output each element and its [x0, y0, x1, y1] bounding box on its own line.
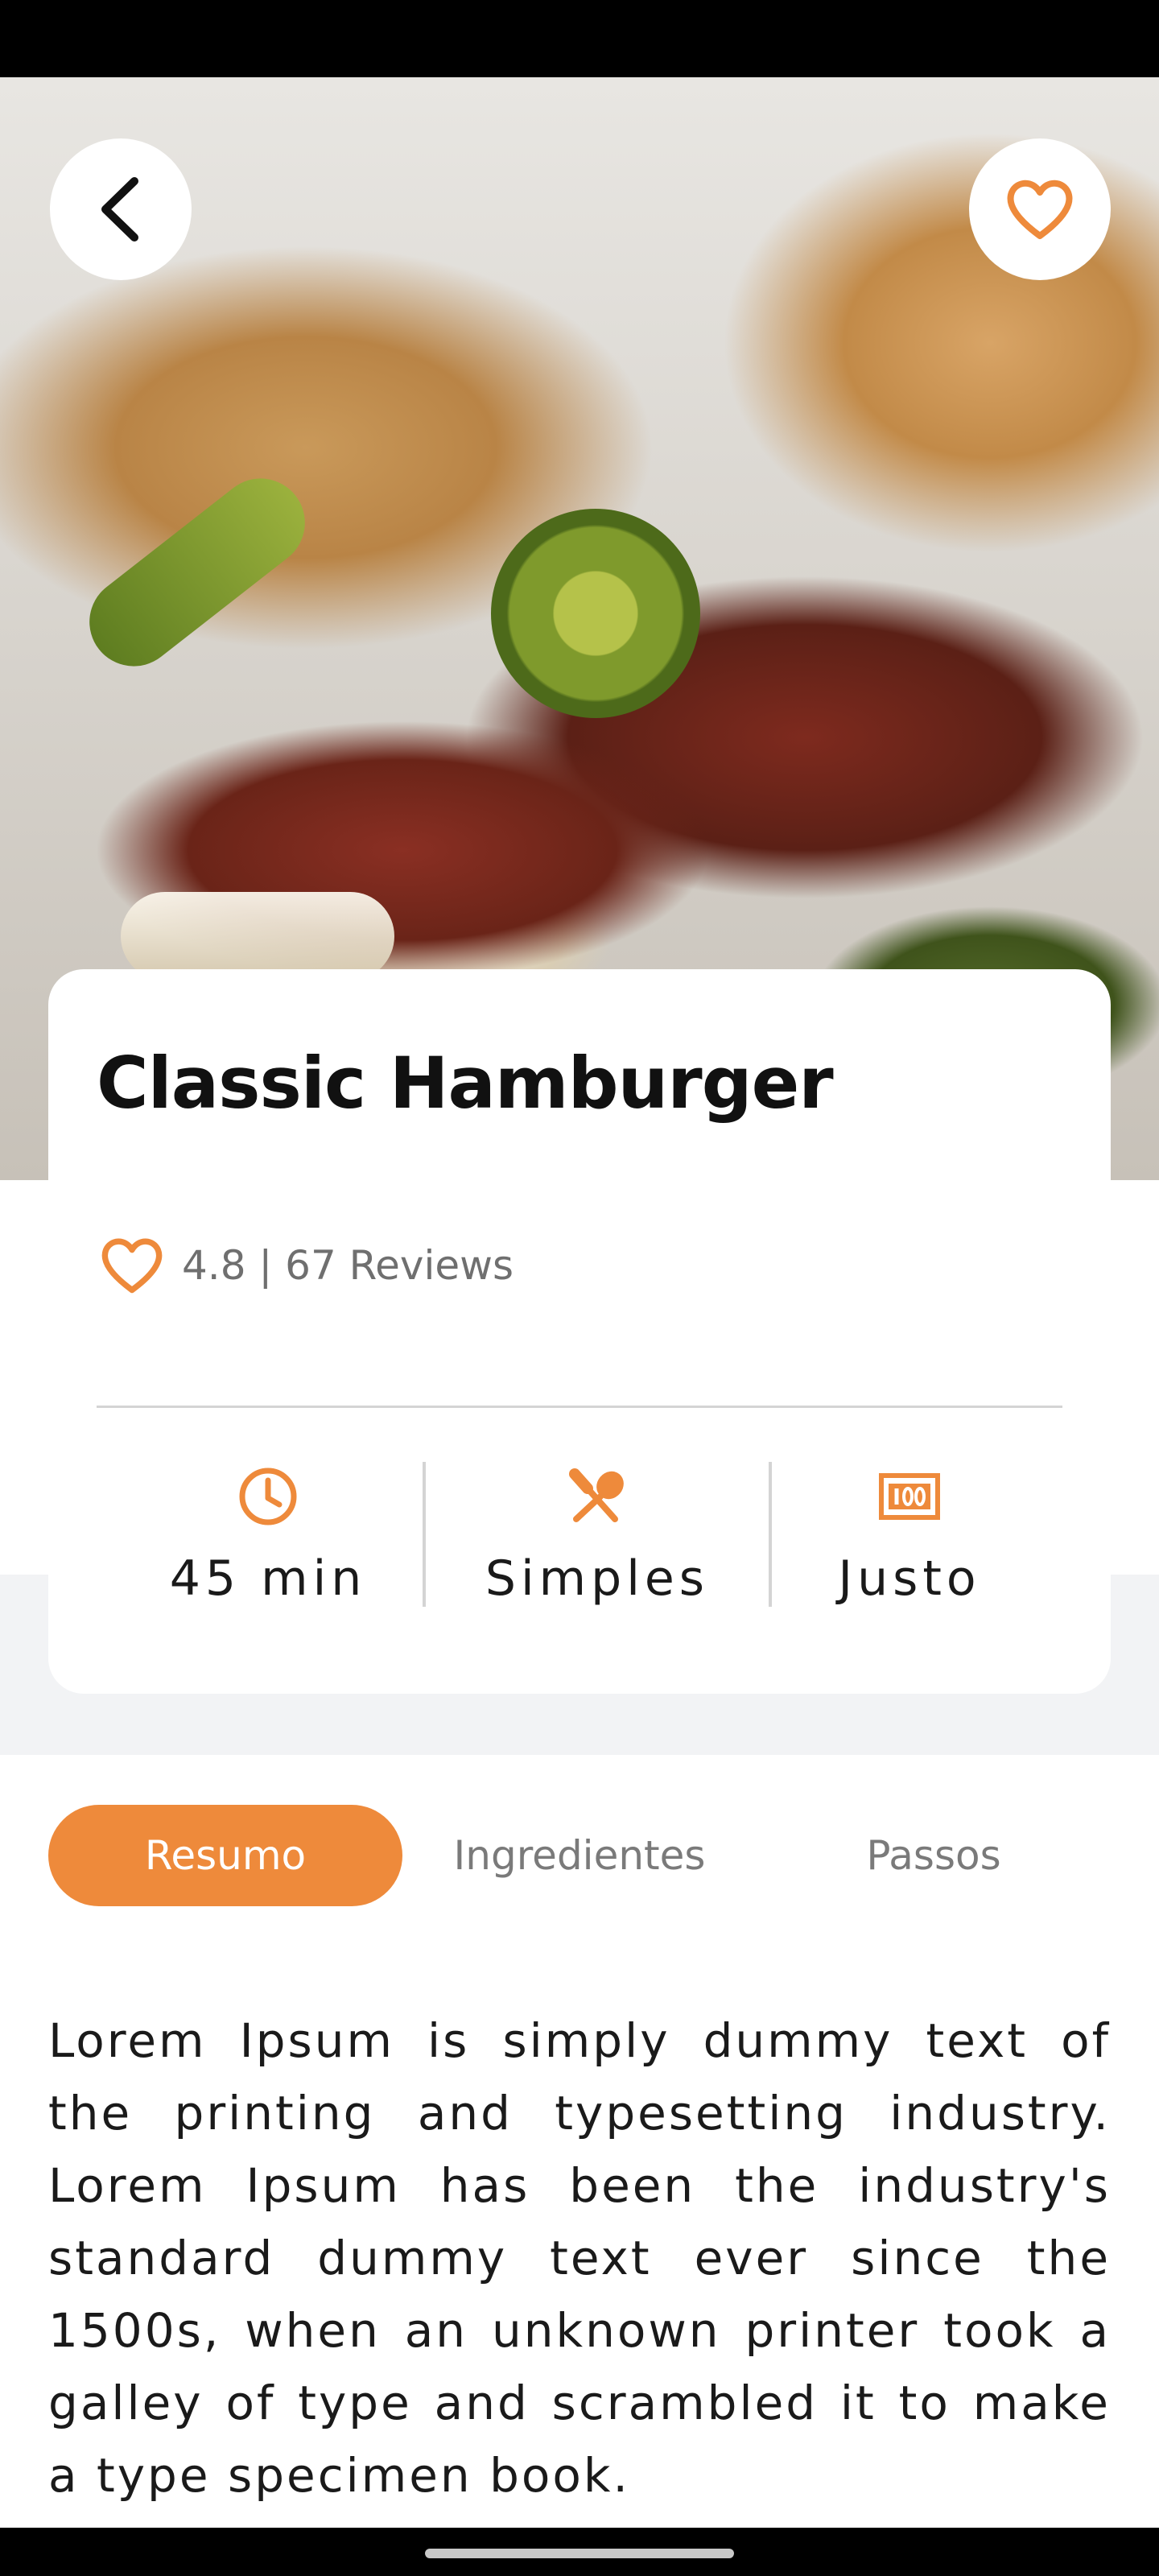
stat-difficulty-label: Simples	[485, 1550, 710, 1607]
tab-passos[interactable]: Passos	[757, 1805, 1111, 1906]
rating-row: 4.8 | 67 Reviews	[100, 1236, 514, 1294]
recipe-tabs: Resumo Ingredientes Passos	[48, 1805, 1111, 1906]
stat-price-label: Justo	[838, 1550, 981, 1607]
status-bar	[0, 0, 1159, 77]
heart-icon	[101, 1238, 163, 1294]
hero-onion	[121, 892, 394, 980]
recipe-title: Classic Hamburger	[97, 1042, 834, 1125]
tab-resumo[interactable]: Resumo	[48, 1805, 402, 1906]
hero-jalapeno	[491, 509, 700, 718]
recipe-info-card: Classic Hamburger 4.8 | 67 Reviews 45 mi…	[48, 969, 1111, 1694]
price-tag-icon	[879, 1473, 940, 1520]
navigation-bar	[0, 2528, 1159, 2576]
stat-separator	[423, 1462, 426, 1607]
hero-pepper-slice	[71, 460, 324, 684]
recipe-summary: Lorem Ipsum is simply dummy text of the …	[48, 2013, 1111, 2503]
stat-time-label: 45 min	[169, 1550, 367, 1607]
divider	[97, 1406, 1062, 1408]
clock-icon	[239, 1468, 297, 1525]
favorite-button[interactable]	[969, 138, 1111, 280]
chevron-left-icon	[101, 177, 138, 242]
heart-icon	[1007, 180, 1073, 239]
stat-difficulty: Simples	[436, 1460, 758, 1613]
rating-reviews: 4.8 | 67 Reviews	[182, 1242, 514, 1289]
utensils-icon	[569, 1468, 624, 1522]
home-indicator[interactable]	[425, 2549, 734, 2558]
tab-ingredientes[interactable]: Ingredientes	[402, 1805, 757, 1906]
stat-price: Justo	[749, 1460, 1070, 1613]
back-button[interactable]	[50, 138, 192, 280]
stat-time: 45 min	[107, 1460, 429, 1613]
